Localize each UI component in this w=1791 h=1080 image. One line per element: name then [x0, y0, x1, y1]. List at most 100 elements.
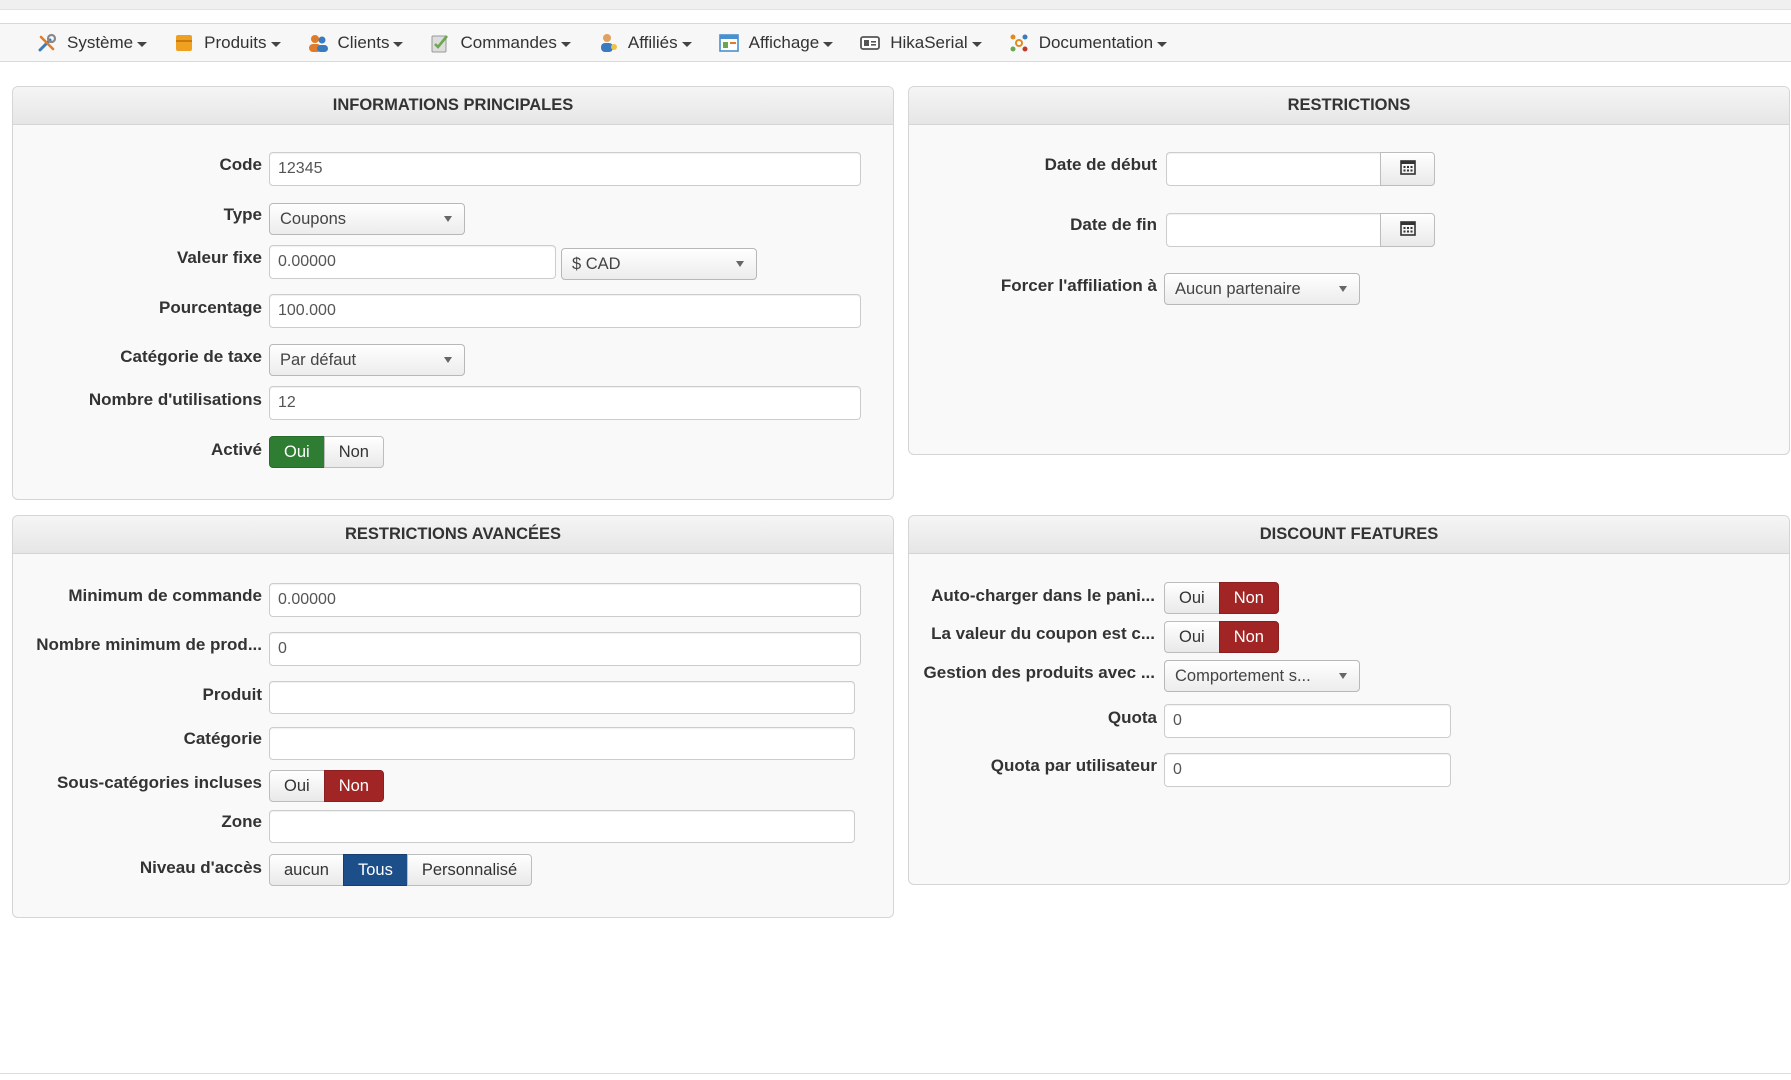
access-level-group: aucun Tous Personnalisé	[269, 854, 533, 886]
end-date-calendar-button[interactable]	[1380, 213, 1435, 247]
caret-down-icon	[560, 41, 571, 47]
tax-category-select[interactable]: Par défaut	[269, 344, 465, 376]
coupon-value-label: La valeur du coupon est c...	[931, 624, 1155, 643]
products-box-icon	[173, 32, 195, 54]
autoload-yes-button[interactable]: Oui	[1164, 582, 1220, 614]
autoload-cart-toggle: Oui Non	[1164, 582, 1279, 614]
menu-item-label: Affichage	[748, 32, 820, 52]
products-handling-label: Gestion des produits avec ...	[923, 663, 1155, 682]
percentage-input[interactable]: 100.000	[269, 294, 861, 328]
quota-label: Quota	[1107, 708, 1157, 727]
min-order-label: Minimum de commande	[68, 586, 262, 605]
zone-input[interactable]	[269, 810, 855, 843]
chevron-down-icon	[444, 357, 452, 363]
advanced-restrictions-panel: RESTRICTIONS AVANCÉES Minimum de command…	[12, 515, 894, 918]
menu-item-affilies[interactable]: Affiliés	[597, 32, 692, 54]
menu-item-label: Documentation	[1038, 32, 1154, 52]
chevron-down-icon	[444, 216, 452, 222]
currency-select[interactable]: $ CAD	[561, 248, 757, 280]
affiliates-icon	[597, 32, 619, 54]
menu-item-label: Clients	[337, 32, 390, 52]
caret-down-icon	[137, 41, 148, 47]
zone-label: Zone	[221, 812, 262, 831]
menu-item-systeme[interactable]: Système	[36, 32, 148, 54]
main-info-panel: INFORMATIONS PRINCIPALES Code 12345 Type…	[12, 86, 894, 500]
menu-item-documentation[interactable]: Documentation	[1008, 32, 1168, 54]
panel-title: INFORMATIONS PRINCIPALES	[13, 87, 893, 125]
tax-category-label: Catégorie de taxe	[120, 347, 262, 366]
users-icon	[307, 32, 329, 54]
coupon-value-yes-button[interactable]: Oui	[1164, 621, 1220, 653]
discount-features-panel: DISCOUNT FEATURES Auto-charger dans le p…	[908, 515, 1790, 885]
calendar-icon	[1399, 159, 1416, 180]
access-level-label: Niveau d'accès	[139, 858, 262, 877]
main-menu-bar: Système Produits Clients Commandes Affiliés A…	[0, 23, 1791, 62]
percentage-label: Pourcentage	[159, 298, 262, 317]
affiliation-label: Forcer l'affiliation à	[1000, 276, 1157, 295]
subcategories-label: Sous-catégories incluses	[56, 773, 262, 792]
min-products-label: Nombre minimum de prod...	[36, 635, 262, 654]
caret-down-icon	[270, 41, 281, 47]
serial-icon	[859, 32, 881, 54]
panel-title: DISCOUNT FEATURES	[909, 516, 1789, 554]
quota-per-user-label: Quota par utilisateur	[990, 756, 1157, 775]
end-date-input[interactable]	[1166, 213, 1381, 247]
subcategories-toggle: Oui Non	[269, 770, 384, 802]
access-all-button[interactable]: Tous	[342, 854, 408, 886]
coupon-value-no-button[interactable]: Non	[1218, 621, 1279, 653]
access-none-button[interactable]: aucun	[269, 854, 344, 886]
menu-item-label: Commandes	[460, 32, 557, 52]
products-handling-select[interactable]: Comportement s...	[1164, 660, 1360, 692]
product-input[interactable]	[269, 681, 855, 714]
type-label: Type	[223, 205, 262, 224]
start-date-calendar-button[interactable]	[1380, 152, 1435, 186]
display-icon	[718, 32, 740, 54]
chevron-down-icon	[736, 261, 744, 267]
menu-item-commandes[interactable]: Commandes	[429, 32, 571, 54]
fixed-value-label: Valeur fixe	[176, 248, 262, 267]
quota-per-user-input[interactable]: 0	[1164, 753, 1451, 787]
menu-item-label: HikaSerial	[890, 32, 968, 52]
fixed-value-input[interactable]: 0.00000	[269, 245, 556, 279]
caret-down-icon	[393, 41, 404, 47]
chevron-down-icon	[1339, 673, 1347, 679]
start-date-label: Date de début	[1044, 155, 1157, 174]
affiliation-select[interactable]: Aucun partenaire	[1164, 273, 1360, 305]
type-select[interactable]: Coupons	[269, 203, 465, 235]
active-yes-button[interactable]: Oui	[269, 436, 325, 468]
caret-down-icon	[823, 41, 834, 47]
code-input[interactable]: 12345	[269, 152, 861, 186]
caret-down-icon	[1157, 41, 1168, 47]
category-label: Catégorie	[183, 729, 262, 748]
code-label: Code	[219, 155, 263, 174]
caret-down-icon	[681, 41, 692, 47]
footer-divider	[0, 1073, 1791, 1074]
menu-item-affichage[interactable]: Affichage	[718, 32, 834, 54]
subcategories-yes-button[interactable]: Oui	[269, 770, 325, 802]
category-input[interactable]	[269, 727, 855, 760]
autoload-no-button[interactable]: Non	[1218, 582, 1279, 614]
menu-item-clients[interactable]: Clients	[307, 32, 404, 54]
documentation-icon	[1008, 32, 1030, 54]
chevron-down-icon	[1339, 286, 1347, 292]
quota-input[interactable]: 0	[1164, 704, 1451, 738]
active-no-button[interactable]: Non	[323, 436, 384, 468]
subcategories-no-button[interactable]: Non	[323, 770, 384, 802]
uses-label: Nombre d'utilisations	[88, 390, 262, 409]
min-order-input[interactable]: 0.00000	[269, 583, 861, 617]
active-toggle: Oui Non	[269, 436, 384, 468]
menu-item-label: Système	[67, 32, 134, 52]
menu-item-label: Affiliés	[627, 32, 678, 52]
access-custom-button[interactable]: Personnalisé	[406, 854, 533, 886]
start-date-input[interactable]	[1166, 152, 1381, 186]
coupon-value-toggle: Oui Non	[1164, 621, 1279, 653]
caret-down-icon	[971, 41, 982, 47]
restrictions-panel: RESTRICTIONS Date de début Date de fin F…	[908, 86, 1790, 455]
menu-item-hikaserial[interactable]: HikaSerial	[859, 32, 982, 54]
menu-item-produits[interactable]: Produits	[173, 32, 281, 54]
end-date-label: Date de fin	[1070, 215, 1157, 234]
uses-input[interactable]: 12	[269, 386, 861, 420]
tools-icon	[36, 32, 58, 54]
min-products-input[interactable]: 0	[269, 632, 861, 666]
orders-icon	[429, 32, 451, 54]
